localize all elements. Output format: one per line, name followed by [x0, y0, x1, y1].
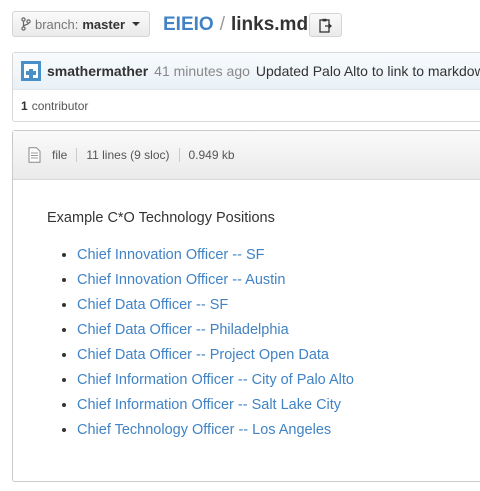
commit-message-link[interactable]: Updated Palo Alto to link to markdown [256, 63, 480, 79]
markdown-body: Example C*O Technology Positions Chief I… [13, 180, 480, 443]
repo-link[interactable]: EIEIO [163, 12, 214, 38]
branch-name: master [82, 16, 126, 32]
branch-icon [21, 17, 31, 31]
meta-divider [76, 148, 78, 162]
clipboard-icon [319, 18, 332, 33]
position-link[interactable]: Chief Technology Officer -- Los Angeles [77, 422, 331, 438]
position-link[interactable]: Chief Innovation Officer -- Austin [77, 272, 285, 288]
contributor-label: contributor [31, 98, 89, 113]
position-link[interactable]: Chief Innovation Officer -- SF [77, 247, 265, 263]
list-item: Chief Innovation Officer -- SF [77, 243, 480, 268]
meta-divider [178, 148, 180, 162]
breadcrumb: EIEIO / links.md [163, 12, 308, 38]
file-lines: 11 lines (9 sloc) [86, 148, 170, 162]
commit-author-link[interactable]: smathermather [47, 63, 148, 79]
list-item: Chief Data Officer -- Project Open Data [77, 343, 480, 368]
breadcrumb-separator: / [219, 14, 225, 35]
commit-time: 41 minutes ago [154, 63, 250, 79]
list-item: Chief Information Officer -- Salt Lake C… [77, 393, 480, 418]
list-item: Chief Data Officer -- Philadelphia [77, 318, 480, 343]
list-item: Chief Innovation Officer -- Austin [77, 268, 480, 293]
position-link[interactable]: Chief Data Officer -- Philadelphia [77, 322, 289, 338]
chevron-down-icon [132, 22, 141, 26]
copy-path-button[interactable] [309, 13, 342, 37]
link-list: Chief Innovation Officer -- SF Chief Inn… [47, 243, 480, 443]
file-name: links.md [230, 14, 309, 35]
file-size: 0.949 kb [188, 148, 235, 162]
position-link[interactable]: Chief Data Officer -- Project Open Data [77, 347, 329, 363]
contributors-row[interactable]: 1 contributor [13, 90, 480, 121]
file-box: file 11 lines (9 sloc) 0.949 kb Example … [12, 130, 480, 482]
latest-commit-row: smathermather 41 minutes ago Updated Pal… [13, 53, 480, 90]
file-type: file [52, 148, 68, 162]
file-meta: file 11 lines (9 sloc) 0.949 kb [52, 148, 235, 162]
list-item: Chief Data Officer -- SF [77, 293, 480, 318]
position-link[interactable]: Chief Information Officer -- City of Pal… [77, 372, 354, 388]
avatar[interactable] [21, 61, 41, 81]
branch-prefix: branch: [35, 16, 79, 32]
list-item: Chief Information Officer -- City of Pal… [77, 368, 480, 393]
position-link[interactable]: Chief Information Officer -- Salt Lake C… [77, 397, 341, 413]
branch-selector-button[interactable]: branch: master [12, 11, 151, 37]
file-text-icon [28, 147, 41, 163]
file-header: file 11 lines (9 sloc) 0.949 kb [13, 131, 480, 180]
position-link[interactable]: Chief Data Officer -- SF [77, 297, 228, 313]
content-heading: Example C*O Technology Positions [47, 210, 275, 226]
commit-info-box: smathermather 41 minutes ago Updated Pal… [12, 52, 480, 122]
contributor-count: 1 [21, 98, 28, 113]
list-item: Chief Technology Officer -- Los Angeles [77, 418, 480, 443]
